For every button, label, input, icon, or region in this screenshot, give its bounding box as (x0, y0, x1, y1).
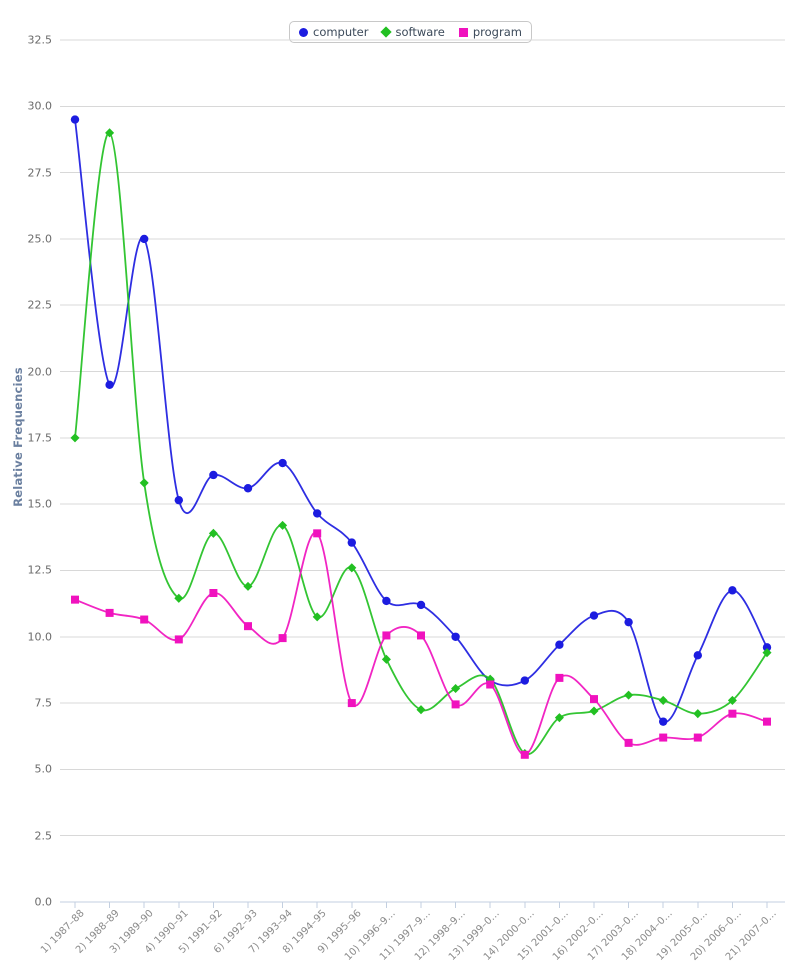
data-point[interactable] (139, 478, 149, 488)
y-tick-label: 15.0 (27, 497, 53, 511)
data-point[interactable] (243, 484, 253, 493)
data-point[interactable] (763, 717, 771, 726)
y-tick-label: 17.5 (27, 431, 53, 445)
data-point[interactable] (416, 705, 426, 715)
data-point[interactable] (520, 676, 529, 685)
data-point[interactable] (70, 115, 80, 124)
data-point[interactable] (244, 622, 252, 631)
data-point[interactable] (140, 234, 149, 244)
y-tick-label: 5.0 (34, 762, 53, 776)
data-point[interactable] (486, 680, 495, 689)
data-point[interactable] (209, 589, 218, 598)
data-point[interactable] (728, 709, 737, 718)
y-tick-label: 2.5 (34, 829, 53, 843)
data-point[interactable] (417, 631, 425, 640)
y-tick-label: 0.0 (34, 895, 53, 909)
data-point[interactable] (728, 586, 737, 595)
data-point[interactable] (70, 433, 80, 443)
data-point[interactable] (209, 470, 218, 480)
diamond-marker-icon (380, 26, 393, 38)
data-point[interactable] (658, 695, 668, 705)
y-tick-label: 7.5 (34, 696, 53, 710)
data-point[interactable] (105, 380, 114, 389)
data-point[interactable] (693, 709, 703, 719)
data-point[interactable] (555, 673, 564, 682)
y-tick-label: 20.0 (27, 365, 53, 379)
line-chart: computer software program 0.0 2.5 5.0 7.5 10… (0, 0, 800, 967)
data-point[interactable] (693, 733, 702, 742)
data-point[interactable] (105, 608, 114, 617)
y-tick-label: 25.0 (27, 232, 53, 246)
data-point[interactable] (451, 632, 460, 641)
y-axis-title: Relative Frequencies (11, 367, 25, 507)
y-tick-label: 22.5 (27, 298, 53, 312)
data-point[interactable] (71, 595, 79, 604)
data-point[interactable] (624, 738, 633, 747)
legend-label-program: program (472, 25, 522, 39)
legend-label-computer: computer (313, 25, 369, 39)
data-point[interactable] (590, 695, 598, 704)
data-point[interactable] (278, 634, 287, 643)
data-point[interactable] (589, 706, 599, 716)
data-point[interactable] (174, 495, 183, 505)
legend-label-software: software (395, 25, 445, 39)
y-tick-label: 30.0 (27, 99, 53, 113)
data-point[interactable] (382, 631, 391, 640)
x-axis-tick-labels: 1) 1987–88 2) 1988–89 3) 1989–90 4) 1990–91… (39, 902, 800, 967)
legend-item-program[interactable]: program (458, 25, 522, 39)
circle-marker-icon (299, 27, 308, 37)
legend-item-computer[interactable]: computer (299, 25, 368, 39)
data-point[interactable] (555, 640, 564, 649)
data-point[interactable] (140, 615, 149, 624)
data-point[interactable] (381, 654, 391, 664)
data-point[interactable] (520, 750, 529, 759)
data-point[interactable] (451, 683, 461, 694)
data-point[interactable] (347, 538, 356, 547)
y-tick-label: 32.5 (27, 33, 53, 47)
y-tick-label: 12.5 (27, 563, 53, 577)
y-tick-label: 27.5 (27, 166, 53, 180)
data-point[interactable] (347, 699, 356, 708)
y-axis-tick-labels: 0.0 2.5 5.0 7.5 10.0 12.5 15.0 17.5 20.0 22.5 25.0… (0, 34, 53, 909)
data-point[interactable] (451, 700, 460, 709)
data-point[interactable] (278, 458, 287, 468)
data-series-layer (70, 115, 772, 759)
plot-area (60, 39, 785, 908)
data-point[interactable] (659, 733, 668, 742)
legend-item-software[interactable]: software (380, 25, 445, 39)
data-point[interactable] (624, 690, 634, 700)
data-point[interactable] (313, 509, 322, 518)
data-point[interactable] (313, 529, 322, 538)
data-point[interactable] (416, 600, 426, 610)
data-point[interactable] (659, 717, 668, 726)
data-point[interactable] (174, 635, 183, 644)
square-marker-icon (458, 27, 468, 37)
series-software (70, 128, 772, 758)
data-point[interactable] (693, 651, 702, 660)
data-point[interactable] (624, 617, 633, 627)
y-tick-label: 10.0 (27, 630, 53, 644)
data-point[interactable] (589, 611, 599, 620)
data-point[interactable] (382, 596, 391, 606)
